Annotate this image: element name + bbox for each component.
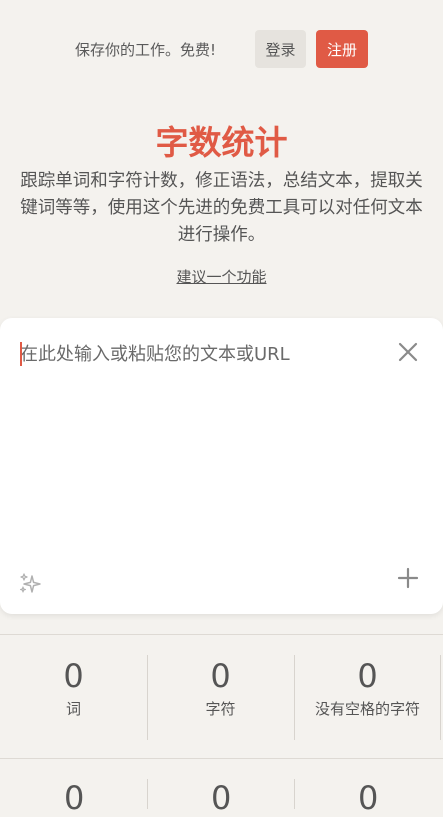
stat-characters-no-spaces: 0 没有空格的字符 (294, 635, 441, 760)
text-input[interactable] (20, 340, 380, 560)
signup-button[interactable]: 注册 (316, 30, 368, 68)
save-work-note: 保存你的工作。免费! (75, 41, 217, 59)
text-caret (20, 342, 22, 366)
stat-words: 0 词 (0, 635, 147, 760)
login-button[interactable]: 登录 (255, 30, 306, 68)
stat-characters-no-spaces-label: 没有空格的字符 (314, 700, 420, 718)
stat-characters: 0 字符 (147, 635, 294, 760)
text-editor (0, 318, 443, 614)
top-bar: 保存你的工作。免费! 登录 注册 (0, 30, 443, 68)
stat-row2-value-3: 0 (358, 779, 379, 817)
suggest-feature: 建议一个功能 (0, 266, 443, 287)
stat-divider (440, 655, 441, 740)
page-title: 字数统计 (155, 123, 288, 162)
stat-divider (294, 779, 295, 809)
stats-panel: 0 词 0 字符 0 没有空格的字符 (0, 634, 443, 759)
stat-divider (147, 779, 148, 809)
page-subtitle: 跟踪单词和字符计数，修正语法，总结文本，提取关键词等等，使用这个先进的免费工具可… (20, 171, 423, 245)
stat-characters-label: 字符 (205, 700, 236, 718)
stat-row2-value-1: 0 (64, 779, 85, 817)
stat-characters-no-spaces-value: 0 (357, 657, 378, 695)
close-icon[interactable] (396, 340, 420, 364)
stat-characters-value: 0 (210, 657, 231, 695)
stat-words-value: 0 (63, 657, 84, 695)
suggest-feature-link[interactable]: 建议一个功能 (176, 268, 266, 286)
stat-words-label: 词 (65, 700, 81, 718)
plus-icon[interactable] (396, 566, 420, 590)
sparkle-icon[interactable] (18, 572, 42, 596)
stats-panel-row2: 0 0 0 (0, 759, 443, 817)
stat-row2-value-2: 0 (211, 779, 232, 817)
